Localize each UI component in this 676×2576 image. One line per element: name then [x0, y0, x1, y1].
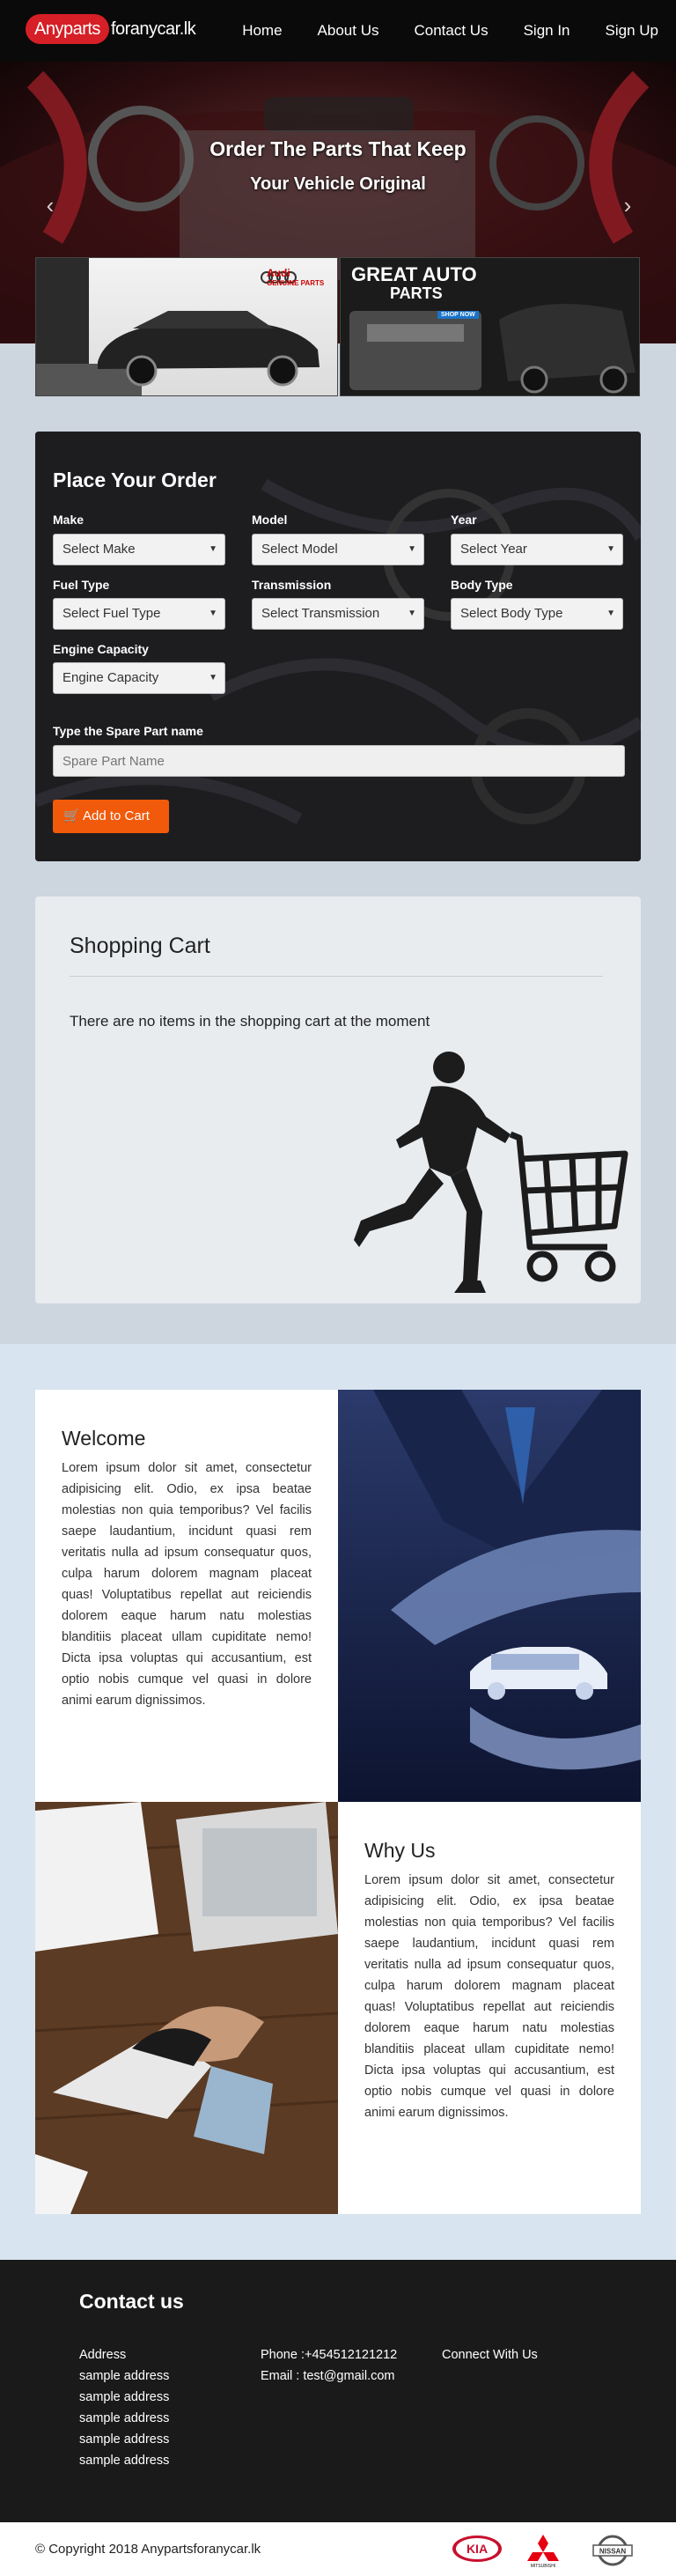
man-pushing-cart-illustration	[354, 1052, 628, 1293]
ad-banner-audi[interactable]: Audi GENUINE PARTS	[35, 257, 338, 396]
address-heading: Address	[79, 2348, 127, 2362]
address-line: sample address	[79, 2454, 170, 2468]
fuel-type-select-value: Select Fuel Type	[62, 606, 161, 621]
brand-rest: foranycar.lk	[110, 18, 196, 39]
spare-part-input[interactable]	[53, 745, 625, 777]
model-select[interactable]: Select Model ▼	[252, 534, 424, 565]
audi-tag-text: GENUINE PARTS	[267, 279, 325, 287]
year-label: Year	[451, 513, 477, 527]
make-select-value: Select Make	[62, 542, 136, 557]
email-text[interactable]: Email : test@gmail.com	[261, 2369, 395, 2383]
why-us-body: Lorem ipsum dolor sit amet, consectetur …	[364, 1873, 614, 2120]
transmission-select[interactable]: Select Transmission ▼	[252, 598, 424, 630]
nav-about-us[interactable]: About Us	[318, 22, 379, 40]
ad-banner-great-auto-parts[interactable]: GREAT AUTO PARTS SHOP NOW	[340, 257, 640, 396]
engine-capacity-label: Engine Capacity	[53, 642, 149, 656]
address-line: sample address	[79, 2432, 170, 2447]
nav-contact-us[interactable]: Contact Us	[414, 22, 488, 40]
divider	[70, 976, 603, 977]
welcome-body: Lorem ipsum dolor sit amet, consectetur …	[62, 1461, 312, 1708]
welcome-title: Welcome	[62, 1427, 146, 1450]
address-line: sample address	[79, 2411, 170, 2425]
transmission-select-value: Select Transmission	[261, 606, 380, 621]
shopping-cart-panel: Shopping Cart There are no items in the …	[35, 897, 641, 1303]
ad-title-line1: GREAT AUTO	[351, 263, 477, 285]
spare-part-label: Type the Spare Part name	[53, 724, 203, 738]
brand-highlight: Anyparts	[26, 14, 109, 44]
nissan-logo[interactable]: NISSAN	[592, 2533, 634, 2568]
handshake-image	[35, 1802, 338, 2214]
chevron-right-icon[interactable]: ›	[614, 192, 641, 218]
audi-brand-text: Audi	[267, 267, 290, 279]
cart-icon: 🛒	[63, 808, 80, 823]
navbar: Anyparts foranycar.lk Home About Us Cont…	[0, 0, 676, 62]
body-type-select-value: Select Body Type	[460, 606, 563, 621]
fuel-type-select[interactable]: Select Fuel Type ▼	[53, 598, 225, 630]
address-line: sample address	[79, 2369, 170, 2383]
select-caret-icon: ▼	[606, 609, 615, 618]
body-type-label: Body Type	[451, 578, 513, 592]
svg-text:KIA: KIA	[467, 2542, 488, 2556]
select-caret-icon: ▼	[408, 544, 416, 554]
brand-logo[interactable]: Anyparts foranycar.lk	[26, 14, 196, 44]
select-caret-icon: ▼	[209, 609, 217, 618]
hero-title: Order The Parts That Keep	[209, 137, 467, 160]
year-select-value: Select Year	[460, 542, 527, 557]
kia-logo[interactable]: KIA	[451, 2533, 503, 2565]
nav-sign-in[interactable]: Sign In	[524, 22, 570, 40]
select-caret-icon: ▼	[209, 673, 217, 683]
place-order-panel: Place Your Order Make Select Make ▼ Mode…	[35, 432, 641, 861]
select-caret-icon: ▼	[209, 544, 217, 554]
order-title: Place Your Order	[53, 469, 217, 491]
ad-title-line2: PARTS	[390, 284, 443, 302]
address-line: sample address	[79, 2390, 170, 2404]
footer-title: Contact us	[79, 2290, 184, 2313]
engine-capacity-select[interactable]: Engine Capacity ▼	[53, 662, 225, 694]
select-caret-icon: ▼	[606, 544, 615, 554]
add-to-cart-button[interactable]: 🛒 Add to Cart	[53, 800, 169, 833]
mitsubishi-logo[interactable]: MITSUBISHI	[525, 2533, 562, 2568]
model-label: Model	[252, 513, 288, 527]
nav-sign-up[interactable]: Sign Up	[606, 22, 658, 40]
make-label: Make	[53, 513, 84, 527]
why-us-card: Why Us Lorem ipsum dolor sit amet, conse…	[338, 1802, 641, 2214]
copyright-text: © Copyright 2018 Anypartsforanycar.lk	[35, 2542, 261, 2557]
why-us-title: Why Us	[364, 1839, 436, 1862]
year-select[interactable]: Select Year ▼	[451, 534, 623, 565]
chevron-left-icon[interactable]: ‹	[37, 192, 63, 218]
svg-text:MITSUBISHI: MITSUBISHI	[531, 2564, 556, 2568]
connect-with-us-text: Connect With Us	[442, 2348, 538, 2362]
engine-capacity-select-value: Engine Capacity	[62, 670, 159, 685]
make-select[interactable]: Select Make ▼	[53, 534, 225, 565]
add-to-cart-label: Add to Cart	[83, 808, 150, 823]
svg-text:NISSAN: NISSAN	[599, 2548, 626, 2556]
model-select-value: Select Model	[261, 542, 338, 557]
welcome-card: Welcome Lorem ipsum dolor sit amet, cons…	[35, 1390, 338, 1802]
nav-links: Home About Us Contact Us Sign In Sign Up	[242, 0, 676, 62]
body-type-select[interactable]: Select Body Type ▼	[451, 598, 623, 630]
fuel-type-label: Fuel Type	[53, 578, 110, 592]
hand-protecting-car-image	[338, 1390, 641, 1802]
shop-now-badge[interactable]: SHOP NOW	[437, 311, 479, 319]
hero-subtitle: Your Vehicle Original	[250, 174, 426, 194]
cart-empty-message: There are no items in the shopping cart …	[70, 1013, 430, 1030]
cart-title: Shopping Cart	[70, 934, 210, 958]
footer: Contact us Address sample address sample…	[0, 2260, 676, 2522]
nav-home[interactable]: Home	[242, 22, 282, 40]
copyright-bar: © Copyright 2018 Anypartsforanycar.lk KI…	[0, 2522, 676, 2576]
phone-text: Phone :+454512121212	[261, 2348, 398, 2362]
select-caret-icon: ▼	[408, 609, 416, 618]
transmission-label: Transmission	[252, 578, 332, 592]
